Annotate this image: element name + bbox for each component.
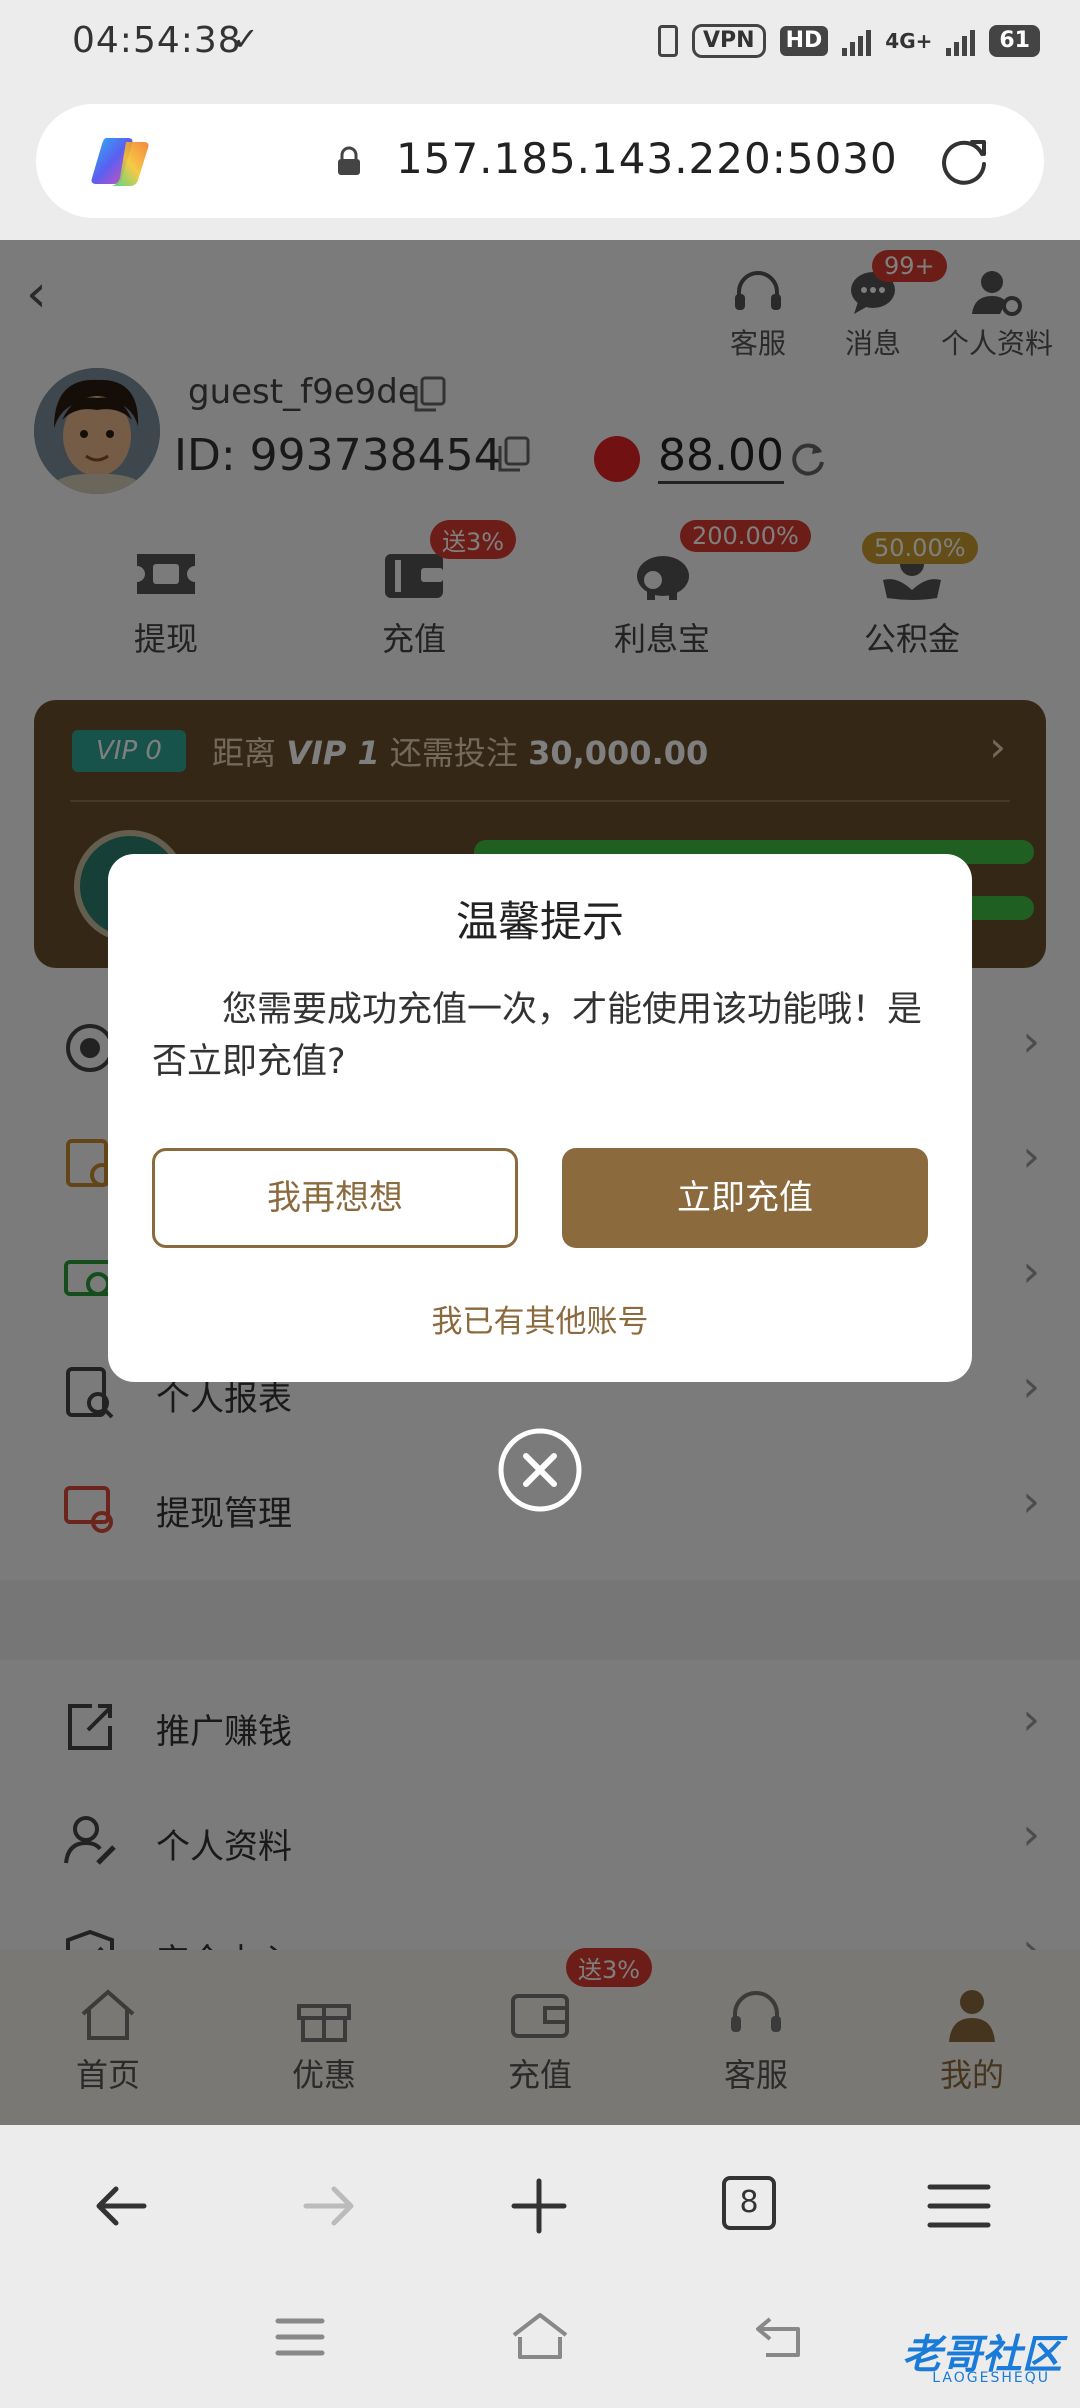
close-dialog-icon[interactable] — [496, 1426, 584, 1514]
think-again-button[interactable]: 我再想想 — [152, 1148, 518, 1248]
address-bar[interactable]: 157.185.143.220:5030 — [36, 104, 1044, 218]
new-tab-plus-icon[interactable] — [504, 2171, 574, 2241]
watermark-subtext: LAOGESHEQU — [932, 2370, 1050, 2386]
status-bar: 04:54:38 ✓ VPN HD 4G+ 61 — [0, 0, 1080, 90]
hd-badge: HD — [779, 26, 829, 56]
dialog-message: 您需要成功充值一次，才能使用该功能哦！是否立即充值? — [152, 990, 923, 1082]
vpn-badge: VPN — [692, 24, 766, 58]
recharge-now-button[interactable]: 立即充值 — [562, 1148, 928, 1248]
signal-icon — [842, 26, 872, 56]
recent-apps-icon[interactable] — [274, 2315, 326, 2359]
tabs-counter-button[interactable]: 8 — [722, 2176, 776, 2230]
status-indicators: VPN HD 4G+ 61 — [658, 24, 1040, 58]
back-system-icon[interactable] — [752, 2311, 808, 2361]
menu-hamburger-icon[interactable] — [924, 2171, 994, 2241]
network-type: 4G+ — [885, 29, 933, 53]
copilot-logo-icon[interactable] — [88, 134, 152, 190]
download-complete-icon: ✓ — [232, 20, 259, 58]
recharge-prompt-dialog: 温馨提示 您需要成功充值一次，才能使用该功能哦！是否立即充值? 我再想想 立即充… — [108, 854, 972, 1382]
battery-icon: 61 — [989, 25, 1040, 57]
lock-icon — [338, 146, 360, 175]
browser-toolbar — [0, 2125, 1080, 2285]
other-account-link[interactable]: 我已有其他账号 — [108, 1296, 972, 1341]
status-time: 04:54:38 — [72, 20, 242, 61]
home-system-icon[interactable] — [508, 2309, 572, 2363]
url-text[interactable]: 157.185.143.220:5030 — [396, 134, 898, 183]
signal-icon-2 — [946, 26, 976, 56]
back-arrow-icon[interactable] — [86, 2171, 156, 2241]
dialog-title: 温馨提示 — [455, 897, 624, 946]
vibrate-icon — [658, 25, 679, 57]
forward-arrow-icon — [303, 2186, 354, 2226]
reload-icon[interactable] — [936, 134, 992, 190]
